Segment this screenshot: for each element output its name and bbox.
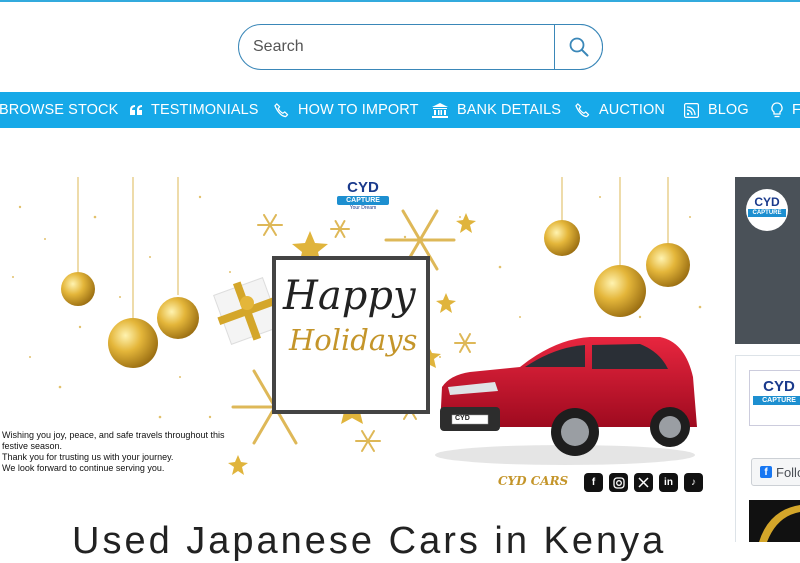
nav-item-label: BANK DETAILS bbox=[457, 102, 562, 118]
lightbulb-icon bbox=[771, 102, 783, 118]
red-suv bbox=[435, 337, 697, 465]
nav-item-how-to-import[interactable]: HOW TO IMPORT bbox=[274, 92, 419, 128]
banner-message-line: We look forward to continue serving you. bbox=[2, 463, 165, 473]
banner-message-line: Thank you for trusting us with your jour… bbox=[2, 452, 174, 462]
nav-item-browse-stock[interactable]: BROWSE STOCK bbox=[0, 92, 118, 128]
sidebar-promo-image[interactable] bbox=[749, 500, 800, 542]
sidebar-facebook-cover[interactable]: CYD CAPTURE bbox=[735, 177, 800, 344]
sidebar-logo-bottom: CAPTURE bbox=[753, 396, 800, 405]
quote-icon bbox=[130, 105, 142, 115]
nav-item-label: TESTIMONIALS bbox=[151, 102, 259, 118]
follow-label: Follo bbox=[776, 464, 800, 480]
facebook-follow-button[interactable]: f Follo bbox=[751, 458, 800, 486]
instagram-icon[interactable] bbox=[609, 473, 628, 492]
nav-item-label: BLOG bbox=[708, 102, 749, 118]
banner-signature: CYD CARS bbox=[498, 474, 569, 488]
banner-logo-bottom: CAPTURE bbox=[337, 196, 389, 205]
sidebar-logo-top: CYD bbox=[763, 378, 795, 395]
nav-item-bank-details[interactable]: BANK DETAILS bbox=[432, 92, 561, 128]
sidebar-page-avatar: CYD CAPTURE bbox=[746, 189, 788, 231]
phone-icon bbox=[575, 102, 590, 118]
search-bar bbox=[238, 23, 603, 70]
phone-icon bbox=[274, 102, 289, 118]
search-button[interactable] bbox=[554, 23, 603, 70]
banner-logo: CYD CAPTURE Your Dream bbox=[337, 180, 389, 211]
nav-item-auction[interactable]: AUCTION bbox=[575, 92, 665, 128]
facebook-icon[interactable]: f bbox=[584, 473, 603, 492]
gift-box bbox=[213, 277, 281, 345]
nav-item-blog[interactable]: BLOG bbox=[684, 92, 749, 128]
search-input[interactable] bbox=[253, 34, 543, 60]
facebook-icon: f bbox=[760, 466, 772, 478]
rss-icon bbox=[684, 102, 699, 118]
sidebar-avatar-logo-bottom: CAPTURE bbox=[748, 209, 786, 217]
nav-item-testimonials[interactable]: TESTIMONIALS bbox=[130, 92, 259, 128]
sidebar-avatar-logo-top: CYD bbox=[754, 195, 780, 209]
nav-item-label: HOW TO IMPORT bbox=[298, 102, 419, 118]
banner-logo-tag: Your Dream bbox=[349, 205, 377, 211]
x-icon[interactable] bbox=[634, 473, 653, 492]
greeting-happy: Happy bbox=[283, 273, 416, 319]
bank-icon bbox=[432, 102, 448, 118]
license-plate: CYD bbox=[455, 415, 470, 422]
nav-item-label: F bbox=[792, 102, 800, 118]
banner-logo-top: CYD bbox=[347, 179, 379, 196]
nav-item-label: BROWSE STOCK bbox=[0, 102, 119, 118]
nav-item-label: AUCTION bbox=[599, 102, 665, 118]
sidebar-logo[interactable]: CYD CAPTURE bbox=[749, 370, 800, 426]
linkedin-icon[interactable]: in bbox=[659, 473, 678, 492]
main-nav: BROWSE STOCK TESTIMONIALS HOW TO IMPORT … bbox=[0, 92, 800, 128]
tiktok-icon[interactable]: ♪ bbox=[684, 473, 703, 492]
greeting-holidays: Holidays bbox=[289, 323, 418, 357]
top-accent-line bbox=[0, 0, 800, 2]
search-icon bbox=[569, 37, 588, 56]
banner-message-line: Wishing you joy, peace, and safe travels… bbox=[2, 430, 225, 451]
nav-item-more[interactable]: F bbox=[771, 92, 800, 128]
banner-message: Wishing you joy, peace, and safe travels… bbox=[2, 430, 232, 474]
